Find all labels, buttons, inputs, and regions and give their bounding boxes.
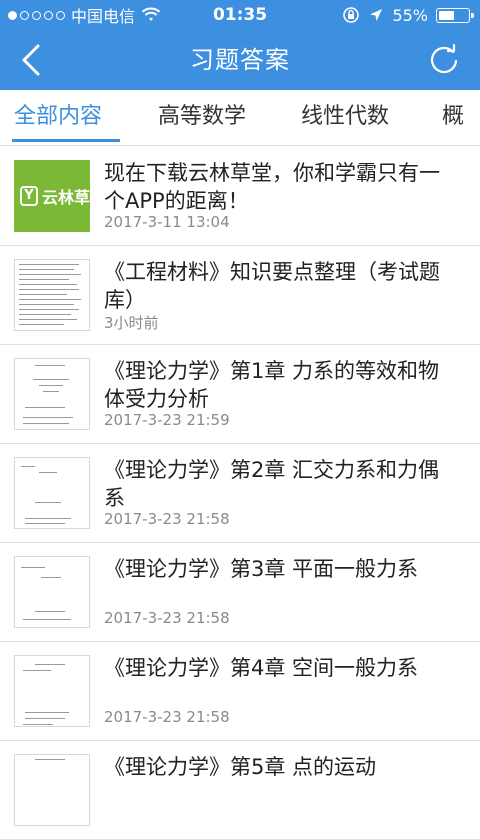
document-text-line xyxy=(19,319,77,320)
document-text-line xyxy=(23,670,51,671)
document-text-line xyxy=(19,284,77,285)
document-text-line xyxy=(19,324,64,325)
document-text-line xyxy=(35,365,65,366)
document-text-line xyxy=(39,472,57,473)
document-text-line xyxy=(23,619,71,620)
item-title: 《理论力学》第2章 汇交力系和力偶系 xyxy=(104,458,440,510)
list-item[interactable]: 《理论力学》第3章 平面一般力系 2017-3-23 21:58 xyxy=(0,543,480,642)
document-text-line xyxy=(33,379,69,380)
tab-advanced-math[interactable]: 高等数学 xyxy=(158,90,246,145)
document-text-line xyxy=(21,466,35,467)
item-title: 《理论力学》第5章 点的运动 xyxy=(104,755,377,779)
document-text-line xyxy=(25,712,69,713)
app-logo-thumbnail: Y 云林草 xyxy=(14,160,90,232)
status-bar: 中国电信 01:35 55% xyxy=(0,0,480,30)
logo-text: 云林草 xyxy=(41,188,90,207)
document-text-line xyxy=(25,407,65,408)
document-thumbnail xyxy=(14,358,90,430)
document-text-line xyxy=(19,274,81,275)
item-time: 2017-3-23 21:58 xyxy=(104,510,230,528)
document-text-line xyxy=(23,417,73,418)
list-item[interactable]: Y 云林草 现在下载云林草堂，你和学霸只有一个APP的距离！ 2017-3-11… xyxy=(0,147,480,246)
item-title: 《理论力学》第3章 平面一般力系 xyxy=(104,557,419,581)
document-text-line xyxy=(19,264,79,265)
tab-probability[interactable]: 概 xyxy=(442,90,464,145)
document-text-line xyxy=(35,759,65,760)
document-text-line xyxy=(25,523,65,524)
app-logo-icon: Y xyxy=(20,186,38,206)
page-title: 习题答案 xyxy=(190,46,290,74)
list-item[interactable]: 《理论力学》第4章 空间一般力系 2017-3-23 21:58 xyxy=(0,642,480,741)
battery-icon xyxy=(436,7,474,23)
item-time: 2017-3-11 13:04 xyxy=(104,213,230,231)
tab-linear-algebra[interactable]: 线性代数 xyxy=(301,90,389,145)
document-text-line xyxy=(35,611,65,612)
document-text-line xyxy=(41,577,61,578)
refresh-icon[interactable] xyxy=(426,42,462,78)
document-text-line xyxy=(25,518,71,519)
list-item[interactable]: 《理论力学》第2章 汇交力系和力偶系 2017-3-23 21:58 xyxy=(0,444,480,543)
item-time: 2017-3-23 21:58 xyxy=(104,708,230,726)
location-arrow-icon xyxy=(370,9,383,21)
article-list: Y 云林草 现在下载云林草堂，你和学霸只有一个APP的距离！ 2017-3-11… xyxy=(0,147,480,840)
list-item[interactable]: 《工程材料》知识要点整理（考试题库） 3小时前 xyxy=(0,246,480,345)
document-thumbnail xyxy=(14,259,90,331)
document-text-line xyxy=(23,724,53,725)
active-tab-indicator xyxy=(12,139,120,142)
item-title: 《理论力学》第1章 力系的等效和物体受力分析 xyxy=(104,359,440,411)
item-time: 3小时前 xyxy=(104,314,159,332)
document-text-line xyxy=(19,289,79,290)
document-thumbnail xyxy=(14,457,90,529)
document-text-line xyxy=(35,502,61,503)
tab-all-content[interactable]: 全部内容 xyxy=(14,90,102,145)
item-time: 2017-3-23 21:59 xyxy=(104,411,230,429)
orientation-lock-icon xyxy=(343,7,360,23)
item-time: 2017-3-23 21:58 xyxy=(104,609,230,627)
document-thumbnail xyxy=(14,754,90,826)
document-thumbnail xyxy=(14,556,90,628)
document-text-line xyxy=(19,279,69,280)
document-text-line xyxy=(39,385,63,386)
document-text-line xyxy=(35,664,65,665)
document-text-line xyxy=(19,299,81,300)
document-text-line xyxy=(19,309,79,310)
list-item[interactable]: 《理论力学》第5章 点的运动 xyxy=(0,741,480,840)
document-text-line xyxy=(19,294,67,295)
document-text-line xyxy=(25,718,65,719)
item-title: 《理论力学》第4章 空间一般力系 xyxy=(104,656,419,680)
item-title: 现在下载云林草堂，你和学霸只有一个APP的距离！ xyxy=(104,161,440,213)
document-text-line xyxy=(43,391,59,392)
document-text-line xyxy=(19,269,74,270)
list-item[interactable]: 《理论力学》第1章 力系的等效和物体受力分析 2017-3-23 21:59 xyxy=(0,345,480,444)
document-text-line xyxy=(19,314,71,315)
document-thumbnail xyxy=(14,655,90,727)
item-title: 《工程材料》知识要点整理（考试题库） xyxy=(104,260,440,312)
category-tabs: 全部内容 高等数学 线性代数 概 xyxy=(0,90,480,146)
document-text-line xyxy=(19,304,74,305)
battery-percent: 55% xyxy=(392,5,428,25)
document-text-line xyxy=(23,423,69,424)
status-right: 55% xyxy=(342,0,474,30)
document-text-line xyxy=(21,567,45,568)
navigation-bar: 习题答案 xyxy=(0,30,480,90)
